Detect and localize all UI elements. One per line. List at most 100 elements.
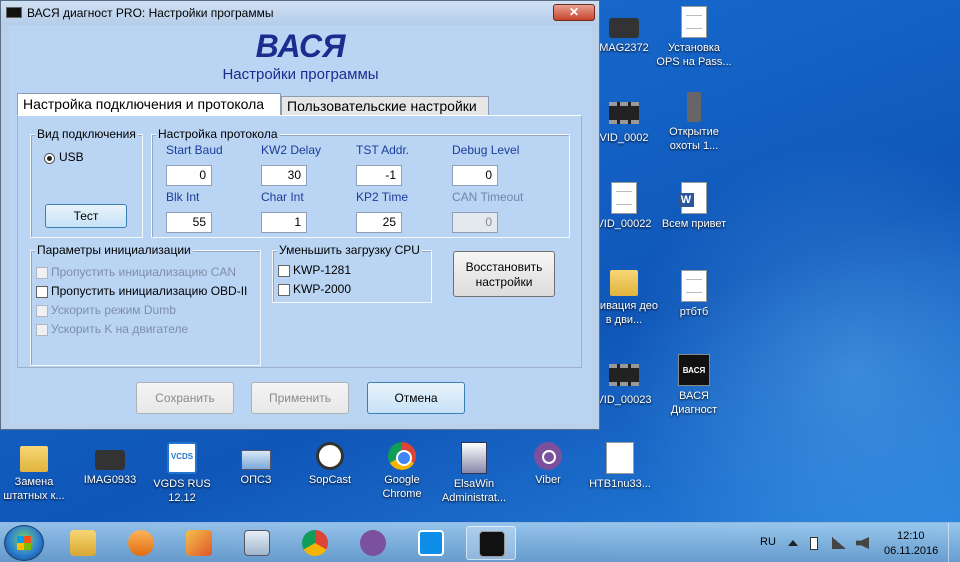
tray-arrow-icon[interactable] — [788, 540, 798, 546]
start-baud-input[interactable]: 0 — [166, 165, 212, 186]
kw2-delay-input[interactable]: 30 — [261, 165, 307, 186]
desktop-icon-ops3[interactable]: ОПСЗ — [218, 442, 294, 487]
elsawin-icon — [461, 442, 487, 474]
usb-radio[interactable] — [44, 153, 55, 164]
protocol-group-label: Настройка протокола — [156, 127, 280, 141]
sopcast-icon — [316, 442, 344, 470]
kwp1281-checkbox[interactable] — [278, 265, 290, 277]
kwp2000-label[interactable]: KWP-2000 — [293, 282, 351, 296]
camera-icon — [609, 18, 639, 38]
desktop-icon-rtbtb[interactable]: ртбтб — [656, 270, 732, 319]
skip-can-checkbox — [36, 267, 48, 279]
usb-radio-label[interactable]: USB — [59, 150, 84, 164]
taskbar-media-player[interactable] — [116, 526, 166, 560]
blk-int-input[interactable]: 55 — [166, 212, 212, 233]
save-button: Сохранить — [136, 382, 234, 414]
taskbar-explorer[interactable] — [58, 526, 108, 560]
fast-k-checkbox — [36, 324, 48, 336]
fast-dumb-label: Ускорить режим Dumb — [51, 303, 176, 317]
chrome-icon — [388, 442, 416, 470]
paint-icon — [186, 530, 212, 556]
media-player-icon — [128, 530, 154, 556]
fast-dumb-checkbox — [36, 305, 48, 317]
viber-icon — [360, 530, 386, 556]
desktop-icon-label: ртбтб — [679, 306, 709, 318]
vasya-icon — [479, 531, 505, 557]
close-button[interactable]: ✕ — [553, 4, 595, 21]
desktop-icon-ops-install[interactable]: Установка OPS на Pass... — [656, 6, 732, 69]
skip-obd-checkbox[interactable] — [36, 286, 48, 298]
settings-window: ВАСЯ диагност PRO: Настройки программы ✕… — [0, 0, 600, 430]
network-icon[interactable] — [832, 537, 846, 549]
char-int-input[interactable]: 1 — [261, 212, 307, 233]
connection-group-label: Вид подключения — [35, 127, 138, 141]
vasya-icon: ВАСЯ — [678, 354, 710, 386]
desktop-icon-label: IMAG0933 — [83, 474, 137, 486]
cancel-button[interactable]: Отмена — [367, 382, 465, 414]
desktop-icon-label: Viber — [535, 474, 561, 486]
taskbar-teamviewer[interactable] — [406, 526, 456, 560]
desktop-icon-hello-all[interactable]: Всем привет — [656, 182, 732, 231]
tab-connection-protocol[interactable]: Настройка подключения и протокола — [17, 93, 281, 116]
taskbar-chrome[interactable] — [290, 526, 340, 560]
camera-icon — [95, 450, 125, 470]
desktop-icon-htb[interactable]: HTB1nu33... — [582, 442, 658, 491]
clock-date[interactable]: 06.11.2016 — [884, 545, 938, 557]
kp2-time-label: KP2 Time — [356, 190, 409, 204]
restore-settings-line2: настройки — [475, 275, 533, 289]
taskbar: RU 12:10 06.11.2016 — [0, 522, 960, 562]
desktop-icon-label: ОПСЗ — [240, 474, 272, 486]
debug-level-input[interactable]: 0 — [452, 165, 498, 186]
taskbar-viber[interactable] — [348, 526, 398, 560]
app-icon — [6, 7, 22, 18]
desktop-icon-chrome[interactable]: Google Chrome — [364, 442, 440, 501]
kwp2000-checkbox[interactable] — [278, 284, 290, 296]
desktop-icon-label: Замена штатных к... — [3, 476, 65, 502]
teamviewer-icon — [418, 530, 444, 556]
battery-icon[interactable] — [810, 537, 818, 550]
app-subtitle: Настройки программы — [222, 66, 379, 83]
document-icon — [611, 182, 637, 214]
desktop-icon-label: Всем привет — [661, 218, 727, 230]
cpu-group-label: Уменьшить загрузку CPU — [277, 243, 422, 257]
desktop-icon-sopcast[interactable]: SopCast — [292, 442, 368, 487]
restore-settings-button[interactable]: Восстановить настройки — [453, 251, 555, 297]
explorer-icon — [70, 530, 96, 556]
language-indicator[interactable]: RU — [760, 536, 776, 548]
skip-obd-label[interactable]: Пропустить инициализацию OBD-II — [51, 284, 247, 298]
desktop-icon-vgds[interactable]: VCDS VGDS RUS 12.12 — [144, 442, 220, 505]
desktop-icon-vasya[interactable]: ВАСЯ ВАСЯ Диагност — [656, 354, 732, 417]
show-desktop-button[interactable] — [948, 523, 960, 562]
taskbar-vasya[interactable] — [466, 526, 516, 560]
test-button[interactable]: Тест — [45, 204, 127, 228]
kwp1281-label[interactable]: KWP-1281 — [293, 263, 351, 277]
app-title: ВАСЯ — [255, 28, 346, 64]
title-bar[interactable]: ВАСЯ диагност PRO: Настройки программы ✕ — [1, 1, 599, 25]
taskbar-calculator[interactable] — [232, 526, 282, 560]
tab-user-settings[interactable]: Пользовательские настройки — [281, 96, 489, 116]
document-icon — [681, 270, 707, 302]
clock-time[interactable]: 12:10 — [897, 530, 925, 542]
desktop-icon-label: ВАСЯ Диагност — [670, 390, 718, 416]
ops-icon — [241, 450, 271, 470]
kp2-time-input[interactable]: 25 — [356, 212, 402, 233]
taskbar-paint[interactable] — [174, 526, 224, 560]
protocol-group: Настройка протокола Start Baud 0 KW2 Del… — [151, 127, 570, 238]
document-icon — [606, 442, 634, 474]
tst-addr-input[interactable]: -1 — [356, 165, 402, 186]
volume-icon[interactable] — [856, 537, 869, 549]
char-int-label: Char Int — [261, 190, 304, 204]
folder-icon — [20, 446, 48, 472]
desktop-icon-label: VGDS RUS 12.12 — [153, 478, 211, 504]
desktop-icon-hunting[interactable]: Открытие охоты 1... — [656, 92, 732, 153]
desktop-icon-zamena[interactable]: Замена штатных к... — [0, 440, 72, 503]
desktop-icon-imag0933[interactable]: IMAG0933 — [72, 442, 148, 487]
desktop-icon-viber[interactable]: Viber — [510, 442, 586, 487]
desktop-icon-label: Google Chrome — [382, 474, 422, 500]
folder-icon — [610, 270, 638, 296]
desktop-icon-label: HTB1nu33... — [589, 478, 651, 490]
desktop-icon-label: SopCast — [308, 474, 352, 486]
desktop-icon-label: Открытие охоты 1... — [669, 126, 719, 152]
start-button[interactable] — [4, 525, 44, 561]
desktop-icon-elsawin[interactable]: ElsaWin Administrat... — [436, 442, 512, 505]
